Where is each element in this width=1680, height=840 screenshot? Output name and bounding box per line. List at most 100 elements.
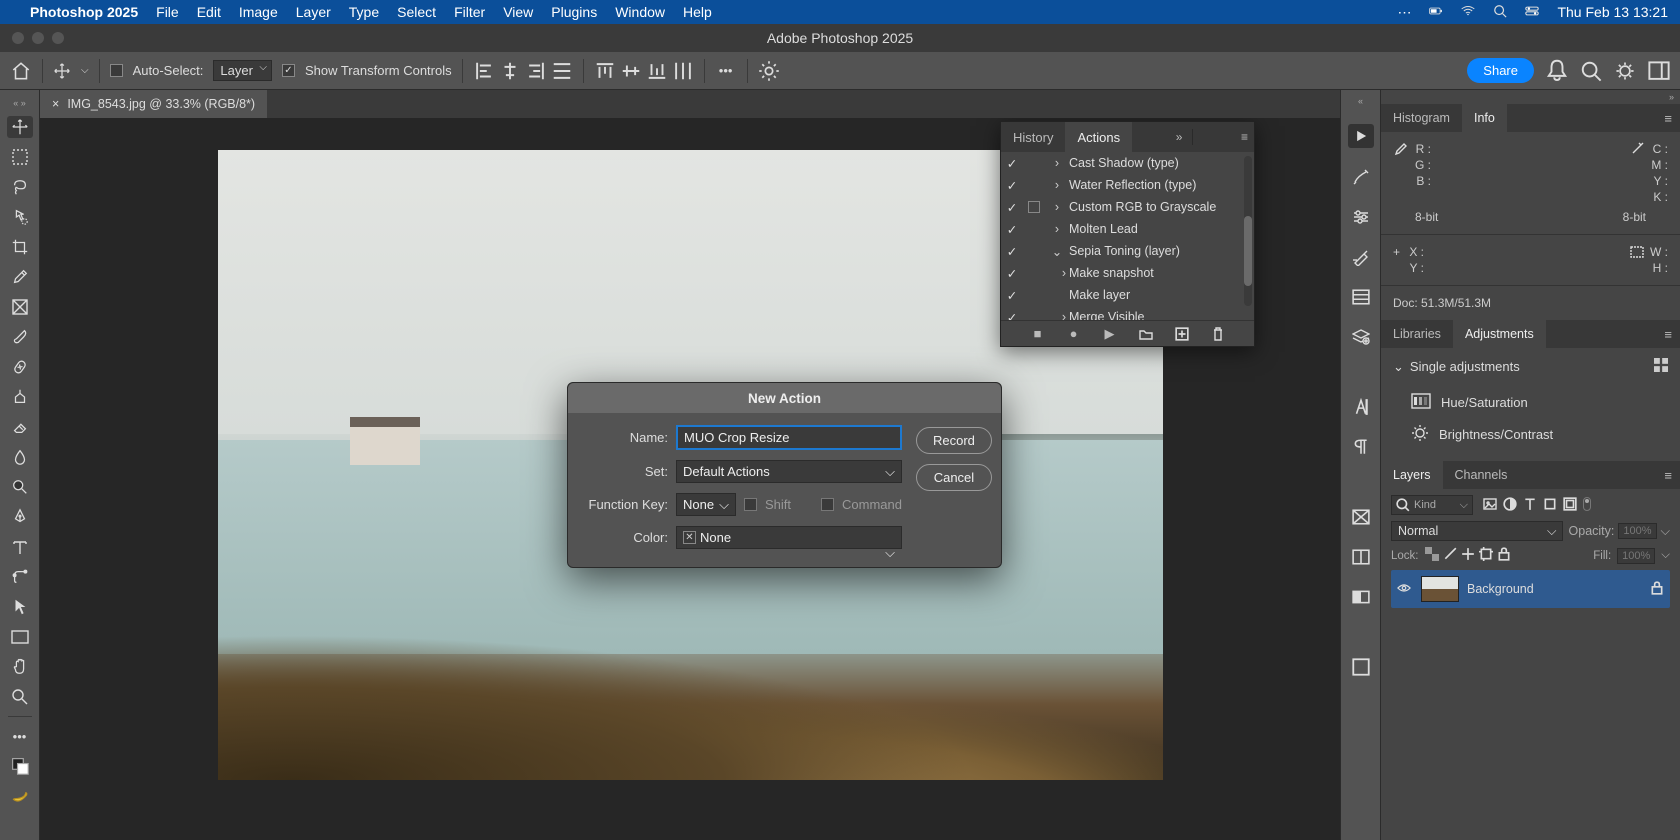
lasso-tool[interactable]	[7, 176, 33, 198]
fill-input[interactable]: 100%	[1617, 548, 1655, 564]
move-tool[interactable]	[7, 116, 33, 138]
layer-filter-kind[interactable]: Kind⌵	[1391, 495, 1473, 515]
blend-mode-dropdown[interactable]: Normal	[1391, 521, 1563, 541]
control-center-icon[interactable]	[1525, 4, 1539, 21]
lock-position-icon[interactable]	[1461, 547, 1475, 564]
workspace-icon[interactable]	[1648, 60, 1670, 82]
brightness-contrast-adjustment[interactable]: Brightness/Contrast	[1393, 418, 1668, 451]
new-set-button[interactable]	[1139, 327, 1153, 341]
app-menu[interactable]: Photoshop 2025	[30, 4, 138, 20]
filter-type-icon[interactable]	[1523, 497, 1537, 514]
properties-icon[interactable]	[1350, 286, 1372, 308]
panel-menu-icon[interactable]: ≡	[1656, 327, 1680, 342]
new-action-button[interactable]	[1175, 327, 1189, 341]
traffic-lights[interactable]	[0, 32, 64, 44]
play-button[interactable]: ▶	[1103, 327, 1117, 341]
record-button[interactable]: ●	[1067, 327, 1081, 341]
expand-panel-icon[interactable]: «	[1358, 96, 1363, 106]
lock-pixels-icon[interactable]	[1425, 547, 1439, 564]
rectangle-tool[interactable]	[7, 626, 33, 648]
auto-select-checkbox[interactable]	[110, 64, 123, 77]
toolbox-collapse-icon[interactable]: « »	[13, 98, 26, 108]
adjustments-tab[interactable]: Adjustments	[1453, 320, 1546, 348]
menu-help[interactable]: Help	[683, 4, 712, 20]
edit-toolbar-icon[interactable]: •••	[7, 725, 33, 747]
navigator-icon[interactable]	[1350, 506, 1372, 528]
panel-menu-icon[interactable]: ≡	[1235, 130, 1254, 144]
align-left-icon[interactable]	[473, 60, 495, 82]
opacity-input[interactable]: 100%	[1618, 523, 1656, 539]
home-button[interactable]	[10, 60, 32, 82]
hand-tool[interactable]	[7, 656, 33, 678]
battery-icon[interactable]	[1429, 4, 1443, 21]
stop-button[interactable]: ■	[1031, 327, 1045, 341]
pen-tool[interactable]	[7, 506, 33, 528]
menu-window[interactable]: Window	[615, 4, 665, 20]
zoom-tool[interactable]	[7, 686, 33, 708]
distribute-icon[interactable]	[551, 60, 573, 82]
gradients-icon[interactable]	[1350, 586, 1372, 608]
channels-tab[interactable]: Channels	[1443, 461, 1520, 489]
menu-edit[interactable]: Edit	[197, 4, 221, 20]
eyedropper-tool[interactable]	[7, 266, 33, 288]
panel-menu-icon[interactable]: ≡	[1656, 111, 1680, 126]
menu-plugins[interactable]: Plugins	[551, 4, 597, 20]
show-transform-checkbox[interactable]	[282, 64, 295, 77]
lock-icon[interactable]	[1650, 581, 1664, 598]
action-row[interactable]: ✓›Molten Lead	[1001, 218, 1254, 240]
actions-panel[interactable]: History Actions » ≡ ✓›Cast Shadow (type)…	[1000, 121, 1255, 347]
blur-tool[interactable]	[7, 446, 33, 468]
brushes-icon[interactable]	[1350, 246, 1372, 268]
panel-expand-icon[interactable]: »	[1381, 90, 1680, 104]
menu-image[interactable]: Image	[239, 4, 278, 20]
canvas-area[interactable]: History Actions » ≡ ✓›Cast Shadow (type)…	[40, 118, 1340, 840]
menu-layer[interactable]: Layer	[296, 4, 331, 20]
filter-smart-icon[interactable]	[1563, 497, 1577, 514]
action-row[interactable]: ✓›Cast Shadow (type)	[1001, 152, 1254, 174]
close-tab-icon[interactable]: ×	[52, 97, 59, 111]
banana-icon[interactable]	[7, 785, 33, 807]
menu-select[interactable]: Select	[397, 4, 436, 20]
lock-artboard-icon[interactable]	[1479, 547, 1493, 564]
cancel-button[interactable]: Cancel	[916, 464, 992, 491]
spotlight-icon[interactable]	[1493, 4, 1507, 21]
healing-tool[interactable]	[7, 356, 33, 378]
menubar-clock[interactable]: Thu Feb 13 13:21	[1557, 4, 1668, 20]
share-button[interactable]: Share	[1467, 58, 1534, 83]
wifi-icon[interactable]	[1461, 4, 1475, 21]
swatches-icon[interactable]	[1350, 546, 1372, 568]
panel-menu-icon[interactable]: ≡	[1656, 468, 1680, 483]
layers-icon[interactable]	[1350, 326, 1372, 348]
more-options-icon[interactable]: •••	[715, 60, 737, 82]
align-top-icon[interactable]	[594, 60, 616, 82]
command-checkbox[interactable]	[821, 498, 834, 511]
filter-toggle-icon[interactable]	[1583, 497, 1591, 511]
action-row[interactable]: ✓›Water Reflection (type)	[1001, 174, 1254, 196]
brush-tool[interactable]	[7, 326, 33, 348]
shape-tool[interactable]	[7, 566, 33, 588]
hue-saturation-adjustment[interactable]: Hue/Saturation	[1393, 387, 1668, 418]
panel-collapse-icon[interactable]: »	[1170, 130, 1189, 144]
chevron-down-icon[interactable]: ⌄	[1393, 359, 1404, 375]
filter-image-icon[interactable]	[1483, 497, 1497, 514]
record-button[interactable]: Record	[916, 427, 992, 454]
layer-name[interactable]: Background	[1467, 582, 1534, 596]
actions-tab[interactable]: Actions	[1065, 122, 1132, 152]
foreground-background-colors[interactable]	[7, 755, 33, 777]
action-row[interactable]: ✓›Merge Visible	[1001, 306, 1254, 320]
patterns-icon[interactable]	[1350, 656, 1372, 678]
marquee-tool[interactable]	[7, 146, 33, 168]
search-icon[interactable]	[1580, 60, 1602, 82]
distribute-v-icon[interactable]	[672, 60, 694, 82]
adjustments-icon[interactable]	[1350, 206, 1372, 228]
info-tab[interactable]: Info	[1462, 104, 1507, 132]
character-panel-icon[interactable]	[1350, 396, 1372, 418]
contextual-task-icon[interactable]	[1614, 60, 1636, 82]
type-tool[interactable]	[7, 536, 33, 558]
crop-tool[interactable]	[7, 236, 33, 258]
eraser-tool[interactable]	[7, 416, 33, 438]
align-vcenter-icon[interactable]	[620, 60, 642, 82]
move-tool-icon[interactable]	[53, 62, 71, 80]
actions-list[interactable]: ✓›Cast Shadow (type) ✓›Water Reflection …	[1001, 152, 1254, 320]
color-dropdown[interactable]: ✕None	[676, 526, 902, 549]
